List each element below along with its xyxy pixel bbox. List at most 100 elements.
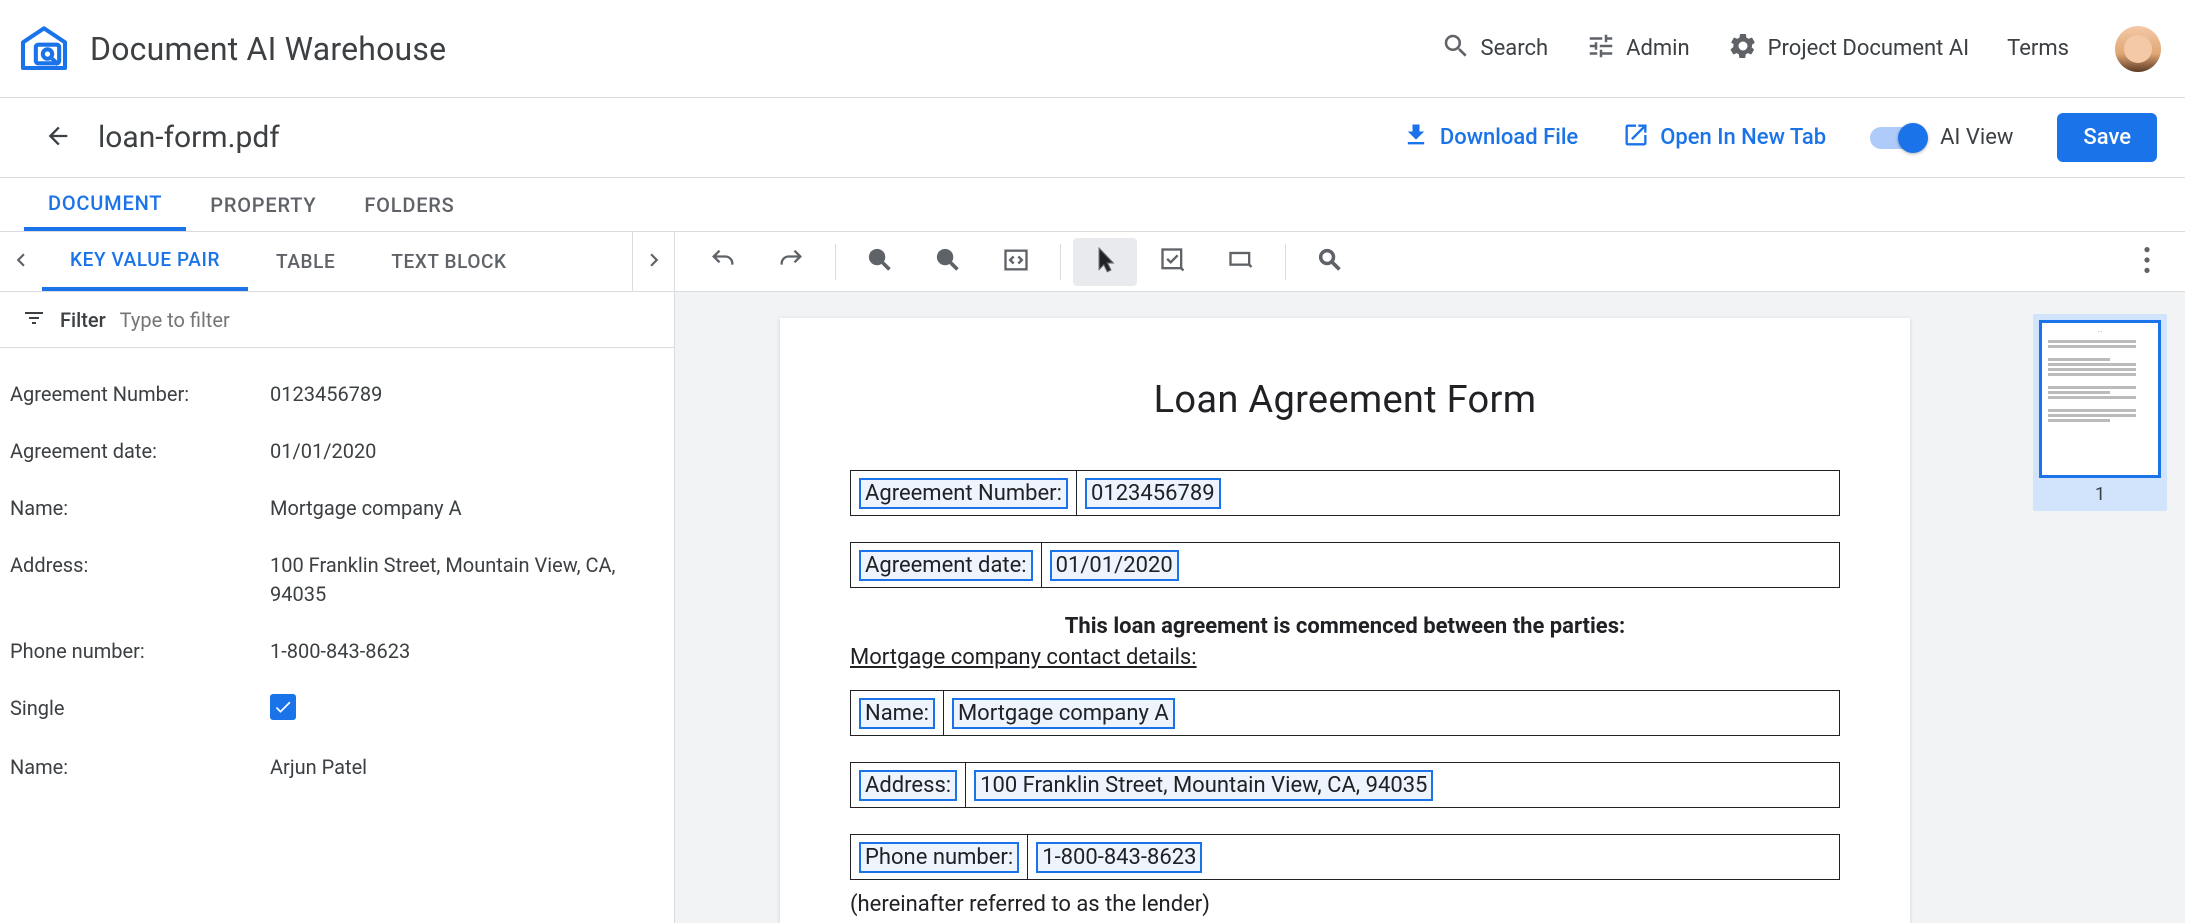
- kv-row[interactable]: Address:100 Franklin Street, Mountain Vi…: [10, 537, 674, 623]
- form-key-highlight: Address:: [859, 770, 957, 801]
- terms-link[interactable]: Terms: [2007, 36, 2069, 61]
- tab-property[interactable]: PROPERTY: [186, 178, 340, 231]
- zoom-in-button[interactable]: [916, 238, 980, 286]
- undo-button[interactable]: [691, 238, 755, 286]
- document-heading: Loan Agreement Form: [850, 378, 1840, 422]
- kv-key: Agreement date:: [10, 437, 270, 466]
- kv-key: Name:: [10, 494, 270, 523]
- more-vert-icon: [2144, 247, 2150, 277]
- download-label: Download File: [1440, 125, 1578, 150]
- zoom-out-icon: [866, 246, 894, 278]
- admin-button[interactable]: Admin: [1586, 31, 1690, 67]
- kv-row[interactable]: Single: [10, 680, 674, 739]
- subtab-prev-button[interactable]: [0, 232, 42, 291]
- arrow-back-icon: [44, 122, 72, 154]
- document-sub-text: Mortgage company contact details:: [850, 645, 1840, 670]
- open-new-tab-label: Open In New Tab: [1660, 125, 1826, 150]
- user-avatar[interactable]: [2115, 26, 2161, 72]
- kv-key: Single: [10, 694, 270, 725]
- undo-icon: [709, 246, 737, 278]
- document-title: loan-form.pdf: [98, 120, 280, 155]
- form-key-highlight: Agreement Number:: [859, 478, 1068, 509]
- subtab-next-button[interactable]: [632, 232, 674, 291]
- kv-value: Arjun Patel: [270, 753, 664, 782]
- app-logo-icon: [16, 19, 72, 79]
- zoom-out-button[interactable]: [848, 238, 912, 286]
- kv-value: 01/01/2020: [270, 437, 664, 466]
- form-row[interactable]: Agreement Number: 0123456789: [850, 470, 1840, 516]
- form-row[interactable]: Phone number: 1-800-843-8623: [850, 834, 1840, 880]
- form-value-highlight: 01/01/2020: [1050, 550, 1179, 581]
- form-value-highlight: 0123456789: [1085, 478, 1221, 509]
- kv-key: Name:: [10, 753, 270, 782]
- kv-value: [270, 694, 664, 725]
- document-page[interactable]: Loan Agreement Form Agreement Number: 012…: [780, 318, 1910, 923]
- project-label: Project Document AI: [1768, 36, 1970, 61]
- kv-row[interactable]: Name:Mortgage company A: [10, 480, 674, 537]
- more-options-button[interactable]: [2123, 232, 2171, 291]
- subtab-key-value-pair[interactable]: KEY VALUE PAIR: [42, 232, 248, 291]
- save-button[interactable]: Save: [2057, 113, 2157, 162]
- filter-label: Filter: [60, 308, 106, 332]
- zoom-in-icon: [934, 246, 962, 278]
- tune-icon: [1586, 31, 1616, 67]
- form-row[interactable]: Agreement date: 01/01/2020: [850, 542, 1840, 588]
- subtab-table[interactable]: TABLE: [248, 232, 363, 291]
- pointer-tool-button[interactable]: [1073, 238, 1137, 286]
- kv-value: 0123456789: [270, 380, 664, 409]
- kv-key: Address:: [10, 551, 270, 609]
- search-icon: [1316, 246, 1344, 278]
- kv-row[interactable]: Agreement Number:0123456789: [10, 366, 674, 423]
- kv-row[interactable]: Name:Arjun Patel: [10, 739, 674, 796]
- redo-button[interactable]: [759, 238, 823, 286]
- search-button[interactable]: Search: [1441, 31, 1549, 67]
- crop-icon: [1227, 246, 1255, 278]
- select-tool-button[interactable]: [1141, 238, 1205, 286]
- kv-value: 100 Franklin Street, Mountain View, CA, …: [270, 551, 664, 609]
- filter-icon: [22, 306, 46, 334]
- document-bottom-text: (hereinafter referred to as the lender): [850, 892, 1840, 917]
- open-new-tab-button[interactable]: Open In New Tab: [1622, 121, 1826, 155]
- crop-tool-button[interactable]: [1209, 238, 1273, 286]
- cursor-icon: [1091, 246, 1119, 278]
- subtab-text-block[interactable]: TEXT BLOCK: [363, 232, 534, 291]
- kv-value: 1-800-843-8623: [270, 637, 664, 666]
- form-key-highlight: Phone number:: [859, 842, 1019, 873]
- form-row[interactable]: Address: 100 Franklin Street, Mountain Vi…: [850, 762, 1840, 808]
- app-title: Document AI Warehouse: [90, 30, 446, 68]
- page-thumbnail[interactable]: ··· 1: [2033, 314, 2167, 511]
- filter-input[interactable]: [120, 308, 652, 332]
- kv-key: Phone number:: [10, 637, 270, 666]
- open-in-new-icon: [1622, 121, 1650, 155]
- code-view-button[interactable]: [984, 238, 1048, 286]
- kv-row[interactable]: Phone number:1-800-843-8623: [10, 623, 674, 680]
- ai-view-toggle[interactable]: [1870, 127, 1926, 149]
- download-button[interactable]: Download File: [1402, 121, 1578, 155]
- search-icon: [1441, 31, 1471, 67]
- thumbnail-page-number: 1: [2039, 478, 2161, 505]
- tab-folders[interactable]: FOLDERS: [340, 178, 478, 231]
- ai-view-label: AI View: [1940, 125, 2013, 150]
- search-label: Search: [1481, 36, 1549, 61]
- chevron-left-icon: [8, 247, 34, 277]
- form-key-highlight: Agreement date:: [859, 550, 1033, 581]
- checkbox-checked-icon: [270, 694, 296, 720]
- chevron-right-icon: [641, 247, 667, 277]
- project-button[interactable]: Project Document AI: [1728, 31, 1970, 67]
- gear-icon: [1728, 31, 1758, 67]
- admin-label: Admin: [1626, 36, 1690, 61]
- kv-value: Mortgage company A: [270, 494, 664, 523]
- document-mid-text: This loan agreement is commenced between…: [850, 614, 1840, 639]
- back-button[interactable]: [40, 120, 76, 156]
- download-icon: [1402, 121, 1430, 155]
- form-row[interactable]: Name:Mortgage company A: [850, 690, 1840, 736]
- tab-document[interactable]: DOCUMENT: [24, 178, 186, 231]
- form-key-highlight: Name:: [859, 698, 935, 729]
- search-in-doc-button[interactable]: [1298, 238, 1362, 286]
- form-value-highlight: 100 Franklin Street, Mountain View, CA, …: [974, 770, 1433, 801]
- kv-row[interactable]: Agreement date:01/01/2020: [10, 423, 674, 480]
- terms-label: Terms: [2007, 36, 2069, 61]
- form-value-highlight: 1-800-843-8623: [1036, 842, 1202, 873]
- redo-icon: [777, 246, 805, 278]
- check-box-icon: [1159, 246, 1187, 278]
